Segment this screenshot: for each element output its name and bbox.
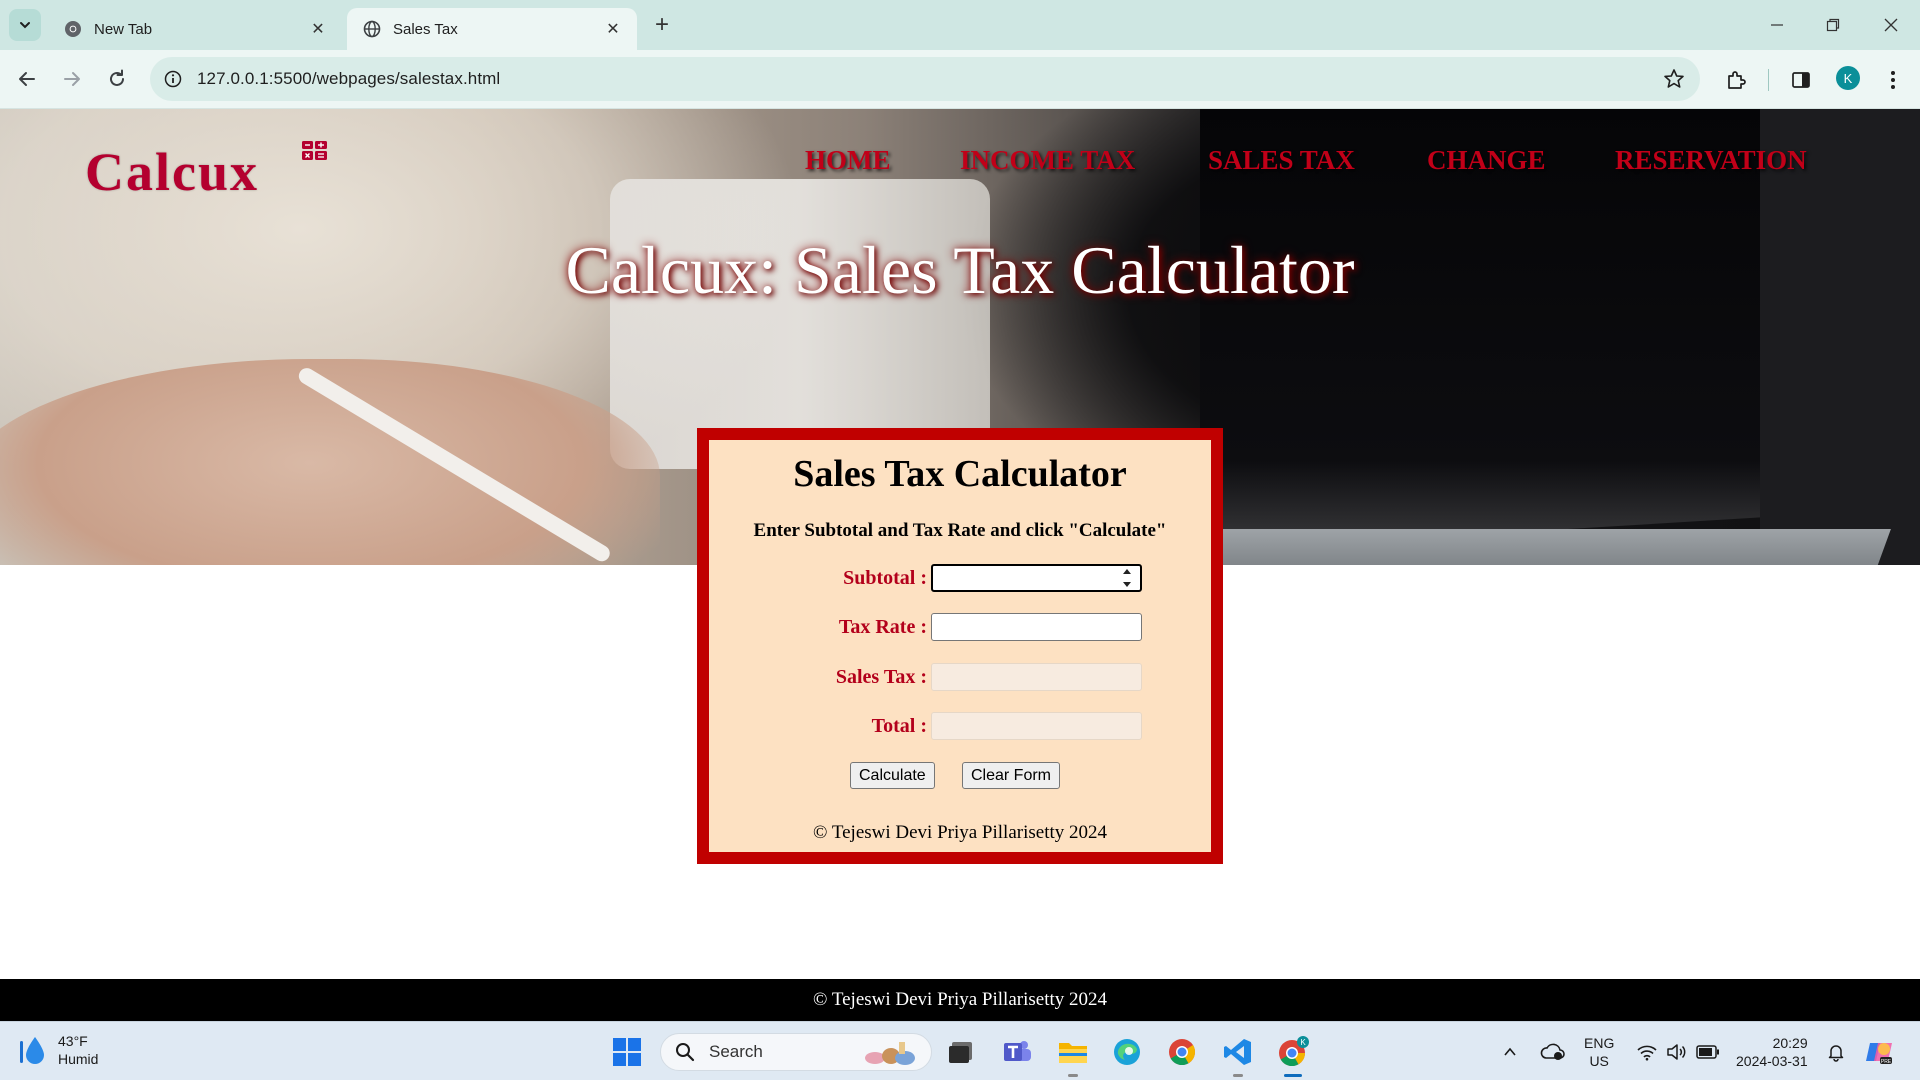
nav-change[interactable]: CHANGE bbox=[1427, 145, 1546, 176]
tax-rate-input[interactable] bbox=[931, 613, 1142, 641]
main-nav: HOME INCOME TAX SALES TAX CHANGE RESERVA… bbox=[0, 145, 1920, 185]
weather-widget[interactable]: 43°F Humid bbox=[20, 1032, 98, 1068]
total-label: Total : bbox=[871, 715, 927, 737]
total-row: Total : bbox=[709, 712, 1211, 742]
tab-title: New Tab bbox=[94, 20, 153, 38]
chrome-taskbar-icon[interactable] bbox=[1165, 1035, 1199, 1069]
tab-title: Sales Tax bbox=[393, 20, 458, 38]
clock[interactable]: 20:29 2024-03-31 bbox=[1736, 1022, 1808, 1080]
calculate-button[interactable]: Calculate bbox=[850, 762, 935, 789]
nav-sales-tax[interactable]: SALES TAX bbox=[1208, 145, 1355, 176]
copilot-icon[interactable]: PRE bbox=[1864, 1022, 1894, 1080]
onedrive-icon[interactable] bbox=[1540, 1022, 1566, 1080]
search-label: Search bbox=[709, 1042, 763, 1061]
sales-tax-form-card: Sales Tax Calculator Enter Subtotal and … bbox=[697, 428, 1223, 864]
sales-tax-output bbox=[931, 663, 1142, 691]
arrow-right-icon bbox=[64, 72, 80, 86]
language-code: ENG bbox=[1584, 1034, 1615, 1051]
tab-close-icon[interactable]: ✕ bbox=[603, 19, 623, 39]
battery-icon bbox=[1696, 1044, 1719, 1059]
url-text[interactable]: 127.0.0.1:5500/webpages/salestax.html bbox=[197, 69, 500, 89]
kebab-menu-icon[interactable] bbox=[1880, 67, 1906, 93]
form-title: Sales Tax Calculator bbox=[793, 453, 1127, 495]
bookmark-star-icon[interactable] bbox=[1662, 67, 1686, 91]
arrow-left-icon bbox=[19, 72, 35, 86]
teams-icon[interactable] bbox=[1000, 1035, 1034, 1069]
sales-tax-label: Sales Tax : bbox=[835, 666, 927, 688]
subtotal-input[interactable] bbox=[931, 564, 1142, 592]
task-view-icon[interactable] bbox=[944, 1035, 978, 1069]
form-buttons: Calculate Clear Form bbox=[709, 762, 1211, 792]
toolbar-divider bbox=[1768, 69, 1769, 91]
site-info-icon[interactable] bbox=[161, 67, 185, 91]
windows-logo-icon bbox=[613, 1038, 641, 1066]
tax-rate-row: Tax Rate : bbox=[709, 613, 1211, 643]
clock-time: 20:29 bbox=[1772, 1034, 1808, 1051]
nav-home[interactable]: HOME bbox=[805, 145, 891, 176]
reload-icon bbox=[110, 69, 124, 86]
language-indicator[interactable]: ENG US bbox=[1584, 1022, 1614, 1080]
svg-text:K: K bbox=[1300, 1038, 1306, 1047]
taskbar-search[interactable]: Search bbox=[660, 1033, 932, 1071]
number-spinner-icon[interactable] bbox=[1121, 569, 1133, 587]
browser-tabstrip: New Tab ✕ Sales Tax ✕ + bbox=[0, 0, 1920, 50]
form-copyright: © Tejeswi Devi Priya Pillarisetty 2024 bbox=[812, 822, 1108, 843]
wifi-icon bbox=[1637, 1045, 1657, 1060]
webpage: Calcux HOME INCOME TAX SALES TAX CHANGE … bbox=[0, 109, 1920, 1021]
chevron-down-icon bbox=[20, 22, 30, 29]
sales-tax-row: Sales Tax : bbox=[709, 663, 1211, 693]
windows-taskbar: 43°F Humid Search K ENG US 20:29 2024-03… bbox=[0, 1021, 1920, 1080]
hero-photo-background-object bbox=[610, 179, 990, 469]
minimize-icon[interactable] bbox=[1762, 10, 1792, 40]
file-explorer-icon[interactable] bbox=[1056, 1035, 1090, 1077]
side-panel-icon[interactable] bbox=[1788, 67, 1814, 93]
network-volume-battery[interactable] bbox=[1636, 1022, 1720, 1080]
forward-button[interactable] bbox=[57, 64, 87, 94]
raindrop-icon bbox=[20, 1037, 44, 1064]
tab-new-tab[interactable]: New Tab ✕ bbox=[48, 8, 342, 50]
search-highlight-icon bbox=[865, 1042, 915, 1065]
clock-date: 2024-03-31 bbox=[1736, 1052, 1808, 1069]
subtotal-row: Subtotal : bbox=[709, 564, 1211, 594]
svg-text:PRE: PRE bbox=[1881, 1059, 1892, 1065]
back-button[interactable] bbox=[12, 64, 42, 94]
region-code: US bbox=[1589, 1052, 1609, 1069]
nav-reservation[interactable]: RESERVATION bbox=[1615, 145, 1807, 176]
start-button[interactable] bbox=[610, 1035, 644, 1069]
chrome-icon bbox=[65, 21, 81, 37]
notifications-icon[interactable] bbox=[1826, 1022, 1846, 1080]
search-icon bbox=[676, 1043, 695, 1062]
edge-icon[interactable] bbox=[1110, 1035, 1144, 1069]
form-instructions: Enter Subtotal and Tax Rate and click "C… bbox=[753, 520, 1167, 541]
tab-search-button[interactable] bbox=[9, 9, 41, 41]
profile-avatar[interactable]: K bbox=[1836, 66, 1860, 90]
hero-title: Calcux: Sales Tax Calculator bbox=[565, 232, 1355, 308]
vscode-icon[interactable] bbox=[1221, 1035, 1255, 1077]
weather-temp: 43°F bbox=[58, 1033, 88, 1049]
tab-close-icon[interactable]: ✕ bbox=[308, 19, 328, 39]
weather-condition: Humid bbox=[58, 1051, 99, 1067]
page-footer: © Tejeswi Devi Priya Pillarisetty 2024 bbox=[0, 979, 1920, 1021]
chevron-up-icon bbox=[1504, 1047, 1516, 1056]
nav-income-tax[interactable]: INCOME TAX bbox=[960, 145, 1135, 176]
volume-icon bbox=[1667, 1043, 1686, 1060]
clear-form-button[interactable]: Clear Form bbox=[962, 762, 1061, 789]
total-output bbox=[931, 712, 1142, 740]
window-close-icon[interactable] bbox=[1876, 10, 1906, 40]
restore-icon[interactable] bbox=[1818, 10, 1848, 40]
tab-sales-tax[interactable]: Sales Tax ✕ bbox=[347, 8, 637, 50]
new-tab-button[interactable]: + bbox=[650, 13, 674, 37]
subtotal-label: Subtotal : bbox=[843, 567, 927, 589]
browser-toolbar: 127.0.0.1:5500/webpages/salestax.html K bbox=[0, 50, 1920, 109]
globe-icon bbox=[363, 20, 381, 38]
reload-button[interactable] bbox=[102, 64, 132, 94]
tax-rate-label: Tax Rate : bbox=[838, 616, 927, 638]
chrome-profile-taskbar-icon[interactable]: K bbox=[1276, 1035, 1310, 1077]
address-bar[interactable]: 127.0.0.1:5500/webpages/salestax.html bbox=[150, 57, 1700, 101]
extensions-icon[interactable] bbox=[1723, 67, 1749, 93]
show-hidden-icons[interactable] bbox=[1502, 1022, 1518, 1080]
